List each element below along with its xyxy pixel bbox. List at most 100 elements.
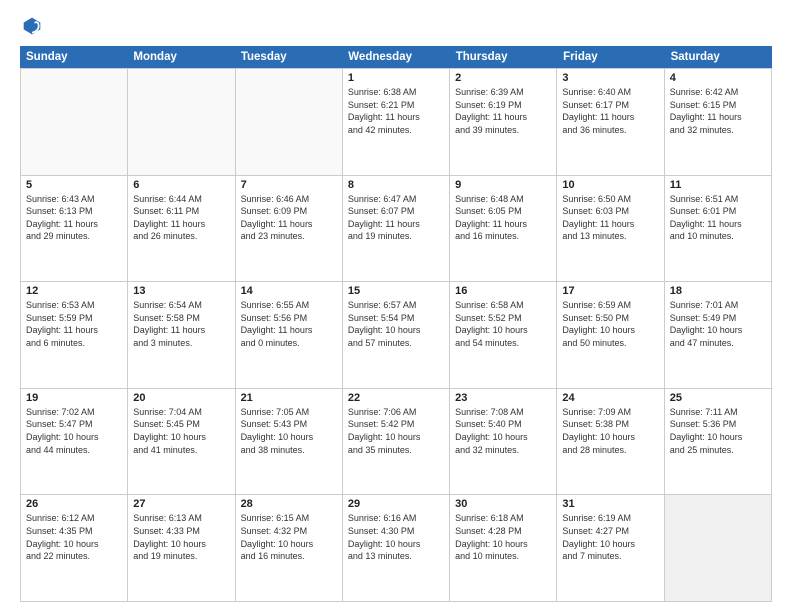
day-number: 10 [562, 179, 658, 191]
day-number: 1 [348, 72, 444, 84]
cal-cell: 7 Sunrise: 6:46 AM Sunset: 6:09 PM Daylig… [236, 176, 343, 282]
calendar: SundayMondayTuesdayWednesdayThursdayFrid… [20, 46, 772, 602]
cal-cell: 18Sunrise: 7:01 AM Sunset: 5:49 PM Dayli… [665, 282, 772, 388]
cell-content: Sunrise: 7:06 AM Sunset: 5:42 PM Dayligh… [348, 406, 444, 456]
cell-content: Sunrise: 6:50 AM Sunset: 6:03 PM Dayligh… [562, 193, 658, 243]
cell-content: Sunrise: 6:48 AM Sunset: 6:05 PM Dayligh… [455, 193, 551, 243]
cal-cell: 29 Sunrise: 6:16 AM Sunset: 4:30 PM Dayli… [343, 495, 450, 601]
cell-content: Sunrise: 7:05 AM Sunset: 5:43 PM Dayligh… [241, 406, 337, 456]
header-day-wednesday: Wednesday [342, 46, 449, 68]
cal-cell: 3Sunrise: 6:40 AM Sunset: 6:17 PM Daylig… [557, 69, 664, 175]
cal-cell: 17 Sunrise: 6:59 AM Sunset: 5:50 PM Dayli… [557, 282, 664, 388]
cal-cell: 5Sunrise: 6:43 AM Sunset: 6:13 PM Daylig… [21, 176, 128, 282]
header [20, 16, 772, 36]
header-day-tuesday: Tuesday [235, 46, 342, 68]
cell-content: Sunrise: 7:04 AM Sunset: 5:45 PM Dayligh… [133, 406, 229, 456]
day-number: 26 [26, 498, 122, 510]
cal-cell: 1 Sunrise: 6:38 AM Sunset: 6:21 PM Daylig… [343, 69, 450, 175]
cal-cell: 12 Sunrise: 6:53 AM Sunset: 5:59 PM Dayli… [21, 282, 128, 388]
cell-content: Sunrise: 6:58 AM Sunset: 5:52 PM Dayligh… [455, 299, 551, 349]
cell-content: Sunrise: 6:47 AM Sunset: 6:07 PM Dayligh… [348, 193, 444, 243]
cal-cell: 10 Sunrise: 6:50 AM Sunset: 6:03 PM Dayli… [557, 176, 664, 282]
day-number: 25 [670, 392, 766, 404]
day-number: 20 [133, 392, 229, 404]
cell-content: Sunrise: 6:46 AM Sunset: 6:09 PM Dayligh… [241, 193, 337, 243]
cal-cell: 26Sunrise: 6:12 AM Sunset: 4:35 PM Dayli… [21, 495, 128, 601]
cell-content: Sunrise: 7:09 AM Sunset: 5:38 PM Dayligh… [562, 406, 658, 456]
cal-cell: 31Sunrise: 6:19 AM Sunset: 4:27 PM Dayli… [557, 495, 664, 601]
cell-content: Sunrise: 6:19 AM Sunset: 4:27 PM Dayligh… [562, 512, 658, 562]
day-number: 21 [241, 392, 337, 404]
cal-cell: 13 Sunrise: 6:54 AM Sunset: 5:58 PM Dayli… [128, 282, 235, 388]
day-number: 9 [455, 179, 551, 191]
week-row-2: 12 Sunrise: 6:53 AM Sunset: 5:59 PM Dayli… [20, 281, 772, 388]
cal-cell: 11 Sunrise: 6:51 AM Sunset: 6:01 PM Dayli… [665, 176, 772, 282]
cal-cell: 19 Sunrise: 7:02 AM Sunset: 5:47 PM Dayli… [21, 389, 128, 495]
day-number: 6 [133, 179, 229, 191]
cell-content: Sunrise: 6:59 AM Sunset: 5:50 PM Dayligh… [562, 299, 658, 349]
day-number: 8 [348, 179, 444, 191]
cal-cell: 15 Sunrise: 6:57 AM Sunset: 5:54 PM Dayli… [343, 282, 450, 388]
cal-cell: 8 Sunrise: 6:47 AM Sunset: 6:07 PM Daylig… [343, 176, 450, 282]
day-number: 18 [670, 285, 766, 297]
day-number: 11 [670, 179, 766, 191]
page: SundayMondayTuesdayWednesdayThursdayFrid… [0, 0, 792, 612]
header-day-sunday: Sunday [20, 46, 127, 68]
week-row-1: 5Sunrise: 6:43 AM Sunset: 6:13 PM Daylig… [20, 175, 772, 282]
cell-content: Sunrise: 6:57 AM Sunset: 5:54 PM Dayligh… [348, 299, 444, 349]
cal-cell: 21 Sunrise: 7:05 AM Sunset: 5:43 PM Dayli… [236, 389, 343, 495]
cal-cell: 30Sunrise: 6:18 AM Sunset: 4:28 PM Dayli… [450, 495, 557, 601]
cal-cell: 4Sunrise: 6:42 AM Sunset: 6:15 PM Daylig… [665, 69, 772, 175]
cell-content: Sunrise: 7:08 AM Sunset: 5:40 PM Dayligh… [455, 406, 551, 456]
cell-content: Sunrise: 7:02 AM Sunset: 5:47 PM Dayligh… [26, 406, 122, 456]
cal-cell [236, 69, 343, 175]
cal-cell: 9 Sunrise: 6:48 AM Sunset: 6:05 PM Daylig… [450, 176, 557, 282]
header-day-monday: Monday [127, 46, 234, 68]
cell-content: Sunrise: 7:11 AM Sunset: 5:36 PM Dayligh… [670, 406, 766, 456]
cell-content: Sunrise: 6:16 AM Sunset: 4:30 PM Dayligh… [348, 512, 444, 562]
day-number: 23 [455, 392, 551, 404]
day-number: 17 [562, 285, 658, 297]
day-number: 24 [562, 392, 658, 404]
cell-content: Sunrise: 6:51 AM Sunset: 6:01 PM Dayligh… [670, 193, 766, 243]
header-day-saturday: Saturday [665, 46, 772, 68]
day-number: 7 [241, 179, 337, 191]
cal-cell: 24 Sunrise: 7:09 AM Sunset: 5:38 PM Dayli… [557, 389, 664, 495]
cell-content: Sunrise: 6:15 AM Sunset: 4:32 PM Dayligh… [241, 512, 337, 562]
day-number: 19 [26, 392, 122, 404]
logo [20, 16, 42, 36]
day-number: 2 [455, 72, 551, 84]
day-number: 30 [455, 498, 551, 510]
cal-cell [128, 69, 235, 175]
cell-content: Sunrise: 6:54 AM Sunset: 5:58 PM Dayligh… [133, 299, 229, 349]
cell-content: Sunrise: 6:53 AM Sunset: 5:59 PM Dayligh… [26, 299, 122, 349]
header-day-friday: Friday [557, 46, 664, 68]
day-number: 5 [26, 179, 122, 191]
cal-cell: 20 Sunrise: 7:04 AM Sunset: 5:45 PM Dayli… [128, 389, 235, 495]
cal-cell [21, 69, 128, 175]
day-number: 12 [26, 285, 122, 297]
cal-cell: 2 Sunrise: 6:39 AM Sunset: 6:19 PM Daylig… [450, 69, 557, 175]
day-number: 27 [133, 498, 229, 510]
day-number: 3 [562, 72, 658, 84]
cal-cell: 22 Sunrise: 7:06 AM Sunset: 5:42 PM Dayli… [343, 389, 450, 495]
cell-content: Sunrise: 6:39 AM Sunset: 6:19 PM Dayligh… [455, 86, 551, 136]
day-number: 14 [241, 285, 337, 297]
week-row-0: 1 Sunrise: 6:38 AM Sunset: 6:21 PM Daylig… [20, 68, 772, 175]
day-number: 15 [348, 285, 444, 297]
week-row-3: 19 Sunrise: 7:02 AM Sunset: 5:47 PM Dayli… [20, 388, 772, 495]
cal-cell: 16 Sunrise: 6:58 AM Sunset: 5:52 PM Dayli… [450, 282, 557, 388]
day-number: 16 [455, 285, 551, 297]
cal-cell [665, 495, 772, 601]
cal-cell: 23 Sunrise: 7:08 AM Sunset: 5:40 PM Dayli… [450, 389, 557, 495]
cell-content: Sunrise: 6:55 AM Sunset: 5:56 PM Dayligh… [241, 299, 337, 349]
cal-cell: 25 Sunrise: 7:11 AM Sunset: 5:36 PM Dayli… [665, 389, 772, 495]
cell-content: Sunrise: 6:38 AM Sunset: 6:21 PM Dayligh… [348, 86, 444, 136]
day-number: 22 [348, 392, 444, 404]
cal-cell: 14 Sunrise: 6:55 AM Sunset: 5:56 PM Dayli… [236, 282, 343, 388]
day-number: 13 [133, 285, 229, 297]
day-number: 4 [670, 72, 766, 84]
header-day-thursday: Thursday [450, 46, 557, 68]
day-number: 29 [348, 498, 444, 510]
day-number: 28 [241, 498, 337, 510]
